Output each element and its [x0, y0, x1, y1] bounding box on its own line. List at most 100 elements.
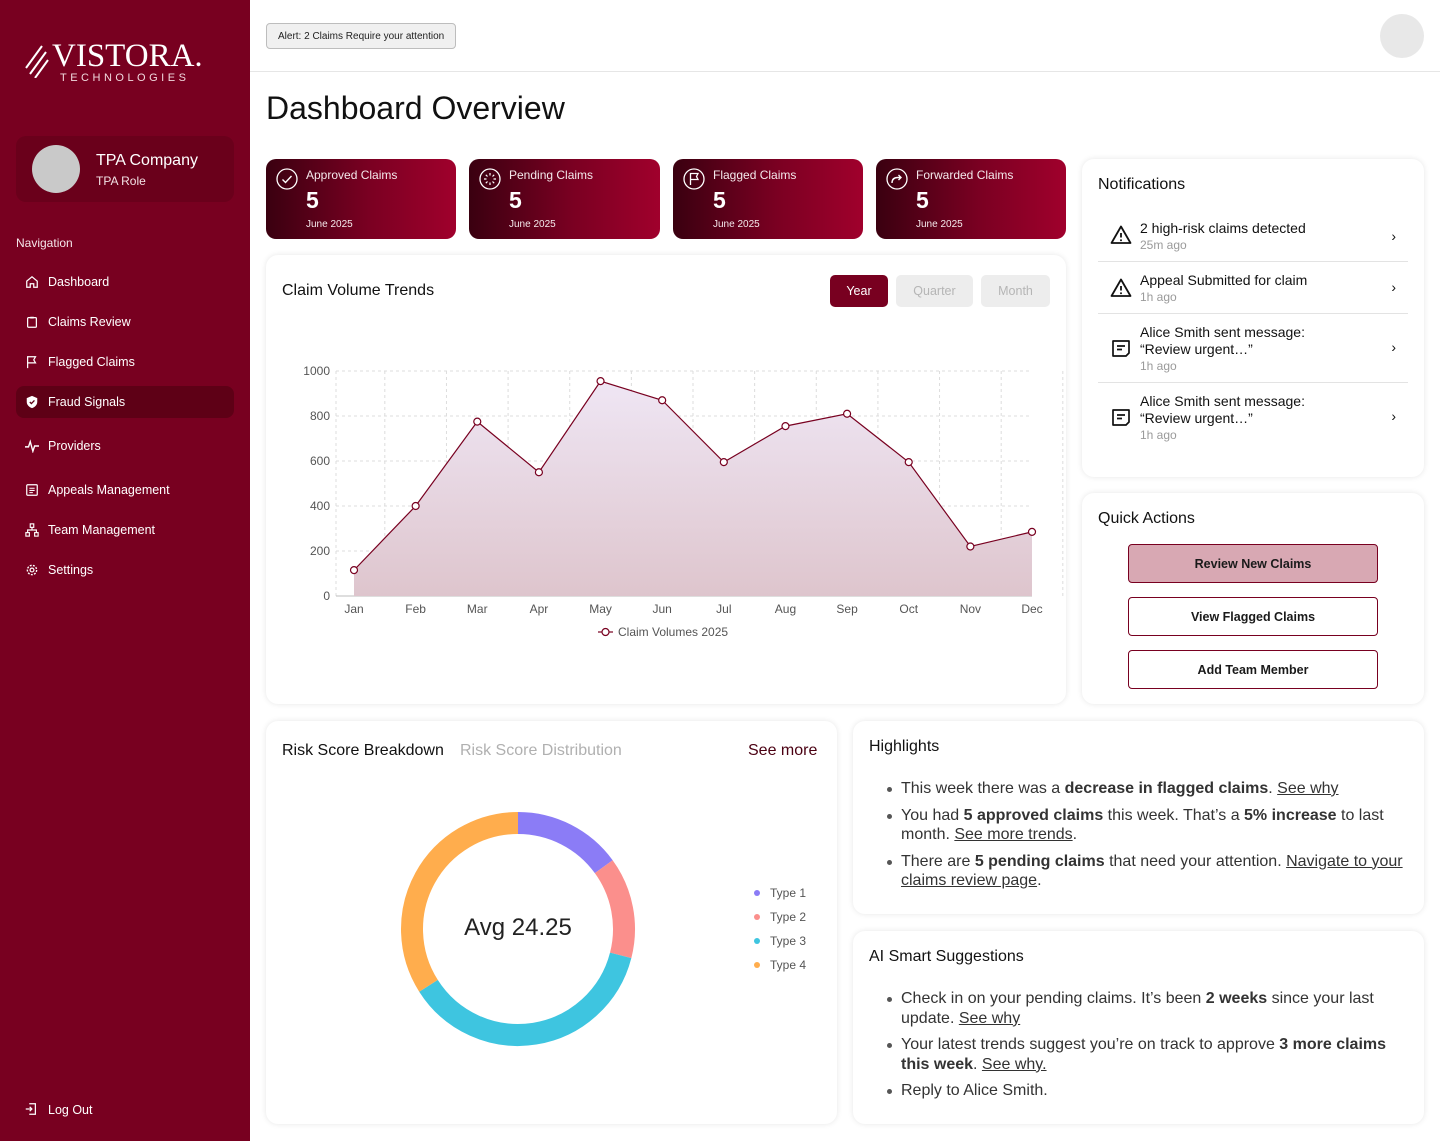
y-tick-label: 400 — [310, 499, 330, 513]
legend-dot — [754, 962, 760, 968]
stat-card-approved[interactable]: Approved Claims 5 June 2025 — [266, 159, 456, 239]
sidebar-item-flagged-claims[interactable]: Flagged Claims — [16, 346, 234, 378]
notification-text: Appeal Submitted for claim — [1140, 272, 1308, 288]
brand-sub: TECHNOLOGIES — [60, 72, 190, 84]
x-tick-label: Mar — [467, 602, 488, 616]
notification-time: 1h ago — [1140, 428, 1177, 442]
see-why-link[interactable]: See why — [959, 1010, 1020, 1027]
donut-slice — [401, 812, 519, 992]
x-tick-label: Sep — [836, 602, 858, 616]
chevron-right-icon: › — [1391, 408, 1396, 424]
y-tick-label: 1000 — [303, 364, 330, 378]
flag-circle-icon — [683, 168, 705, 190]
notification-item[interactable]: Appeal Submitted for claim 1h ago › — [1098, 262, 1408, 314]
x-tick-label: May — [589, 602, 612, 616]
logout-button[interactable]: Log Out — [16, 1094, 92, 1126]
legend-label: Type 3 — [770, 934, 807, 948]
sidebar-item-fraud-signals[interactable]: Fraud Signals — [16, 386, 234, 418]
org-chart-icon — [24, 522, 40, 538]
y-tick-label: 600 — [310, 454, 330, 468]
highlight-item: You had 5 approved claims this week. Tha… — [869, 806, 1408, 845]
notification-item[interactable]: Alice Smith sent message: “Review urgent… — [1098, 383, 1408, 445]
legend-item: Type 3 — [754, 934, 806, 948]
card-subtitle: Risk Score Distribution — [460, 742, 622, 759]
highlight-item: This week there was a decrease in flagge… — [869, 779, 1408, 799]
stat-card-forwarded[interactable]: Forwarded Claims 5 June 2025 — [876, 159, 1066, 239]
chevron-right-icon: › — [1391, 279, 1396, 295]
clipboard-icon — [24, 314, 40, 330]
notification-time: 25m ago — [1140, 238, 1187, 252]
card-title: Risk Score Breakdown — [282, 742, 444, 759]
sidebar-item-settings[interactable]: Settings — [16, 554, 234, 586]
sidebar-item-dashboard[interactable]: Dashboard — [16, 266, 234, 298]
message-icon — [1112, 340, 1130, 357]
forward-circle-icon — [886, 168, 908, 190]
see-more-trends-link[interactable]: See more trends — [954, 826, 1072, 843]
shield-icon — [24, 394, 40, 410]
x-tick-label: Oct — [899, 602, 918, 616]
suggestion-item: Reply to Alice Smith. — [869, 1081, 1408, 1101]
donut-slice — [594, 860, 635, 959]
legend-item: Type 1 — [754, 886, 806, 900]
notification-item[interactable]: Alice Smith sent message: “Review urgent… — [1098, 314, 1408, 383]
notifications-card: Notifications 2 high-risk claims detecte… — [1082, 159, 1424, 477]
see-why-link[interactable]: See why — [1277, 780, 1338, 797]
card-title: Notifications — [1098, 176, 1186, 193]
document-icon — [24, 482, 40, 498]
legend-label: Claim Volumes 2025 — [618, 625, 728, 639]
sidebar-item-label: Providers — [48, 439, 101, 453]
stat-card-flagged[interactable]: Flagged Claims 5 June 2025 — [673, 159, 863, 239]
profile-card[interactable]: TPA Company TPA Role — [16, 136, 234, 202]
data-point — [596, 377, 605, 386]
user-avatar[interactable] — [1380, 14, 1424, 58]
notification-time: 1h ago — [1140, 290, 1177, 304]
see-why-link[interactable]: See why. — [982, 1056, 1047, 1073]
brand-name: VISTORA. — [52, 38, 203, 74]
see-more-link[interactable]: See more — [748, 742, 817, 760]
legend-dot — [754, 938, 760, 944]
sidebar-item-team-management[interactable]: Team Management — [16, 514, 234, 546]
add-team-member-button[interactable]: Add Team Member — [1128, 650, 1378, 689]
profile-company: TPA Company — [96, 152, 198, 169]
sidebar-item-appeals-management[interactable]: Appeals Management — [16, 474, 234, 506]
page-title: Dashboard Overview — [266, 90, 565, 126]
legend-label: Type 2 — [770, 910, 807, 924]
brand-logo[interactable]: VISTORA. TECHNOLOGIES — [24, 38, 234, 88]
flag-icon — [24, 354, 40, 370]
notification-subtext: “Review urgent…” — [1140, 341, 1253, 357]
stat-value: 5 — [306, 187, 319, 213]
sidebar-item-providers[interactable]: Providers — [16, 430, 234, 462]
topbar: Alert: 2 Claims Require your attention — [250, 0, 1440, 72]
stat-label: Approved Claims — [306, 168, 398, 182]
data-point — [842, 409, 852, 418]
stat-label: Pending Claims — [509, 168, 594, 182]
x-tick-label: Feb — [405, 602, 426, 616]
data-point — [411, 501, 420, 511]
x-tick-label: Nov — [960, 602, 981, 616]
legend-dot — [754, 914, 760, 920]
highlight-item: There are 5 pending claims that need you… — [869, 852, 1408, 891]
stat-card-pending[interactable]: Pending Claims 5 June 2025 — [469, 159, 660, 239]
notification-subtext: “Review urgent…” — [1140, 410, 1253, 426]
view-flagged-claims-button[interactable]: View Flagged Claims — [1128, 597, 1378, 636]
sidebar-item-label: Claims Review — [48, 315, 131, 329]
legend-dot — [754, 890, 760, 896]
x-tick-label: Apr — [530, 602, 549, 616]
y-tick-label: 0 — [323, 589, 330, 603]
sidebar-item-claims-review[interactable]: Claims Review — [16, 306, 234, 338]
data-point — [1027, 527, 1037, 536]
donut-center-label: Avg 24.25 — [464, 914, 572, 941]
loader-icon — [479, 168, 501, 190]
quick-actions-card: Quick Actions Review New Claims View Fla… — [1082, 493, 1424, 704]
x-tick-label: Jan — [344, 602, 363, 616]
claim-trends-card: Claim Volume Trends Year Quarter Month 0… — [266, 255, 1066, 704]
notification-item[interactable]: 2 high-risk claims detected 25m ago › — [1098, 211, 1408, 262]
message-icon — [1112, 409, 1130, 426]
alert-button[interactable]: Alert: 2 Claims Require your attention — [266, 23, 457, 49]
review-new-claims-button[interactable]: Review New Claims — [1128, 544, 1378, 583]
nav-title: Navigation — [16, 236, 73, 250]
sidebar-item-label: Flagged Claims — [48, 355, 135, 369]
highlights-card: Highlights This week there was a decreas… — [853, 721, 1424, 914]
avatar — [32, 145, 80, 193]
data-point — [781, 422, 790, 431]
